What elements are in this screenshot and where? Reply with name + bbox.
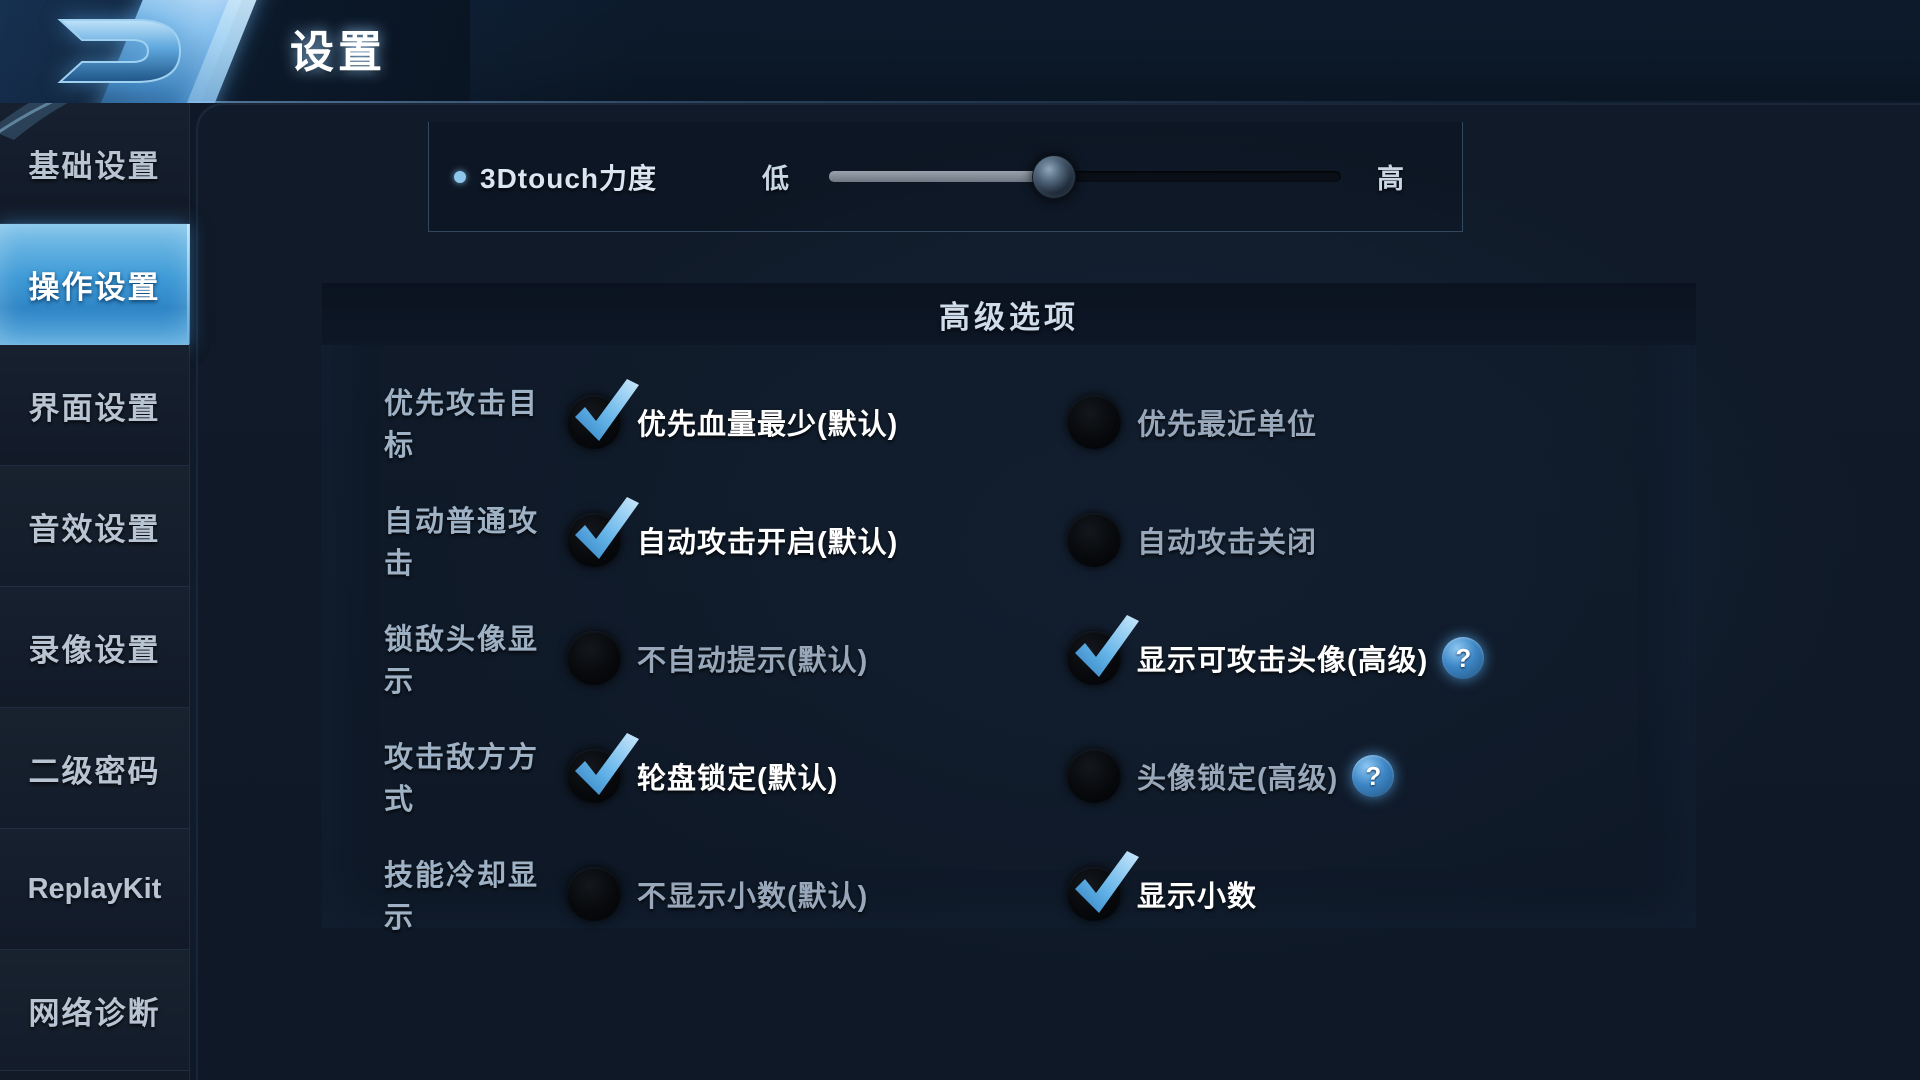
sidebar-item-interface[interactable]: 界面设置 [0, 345, 189, 466]
option-row: 技能冷却显示 不显示小数(默认) 显示小数 [322, 835, 1696, 953]
radio-unchecked-icon[interactable] [567, 867, 621, 921]
help-question-icon[interactable]: ? [1352, 755, 1395, 797]
sidebar-item-label: ReplayKit [27, 872, 162, 905]
game-logo-icon [52, 8, 202, 94]
sidebar-item-label: 二级密码 [28, 753, 161, 789]
sidebar-item-controls[interactable]: 操作设置 [0, 224, 190, 345]
sidebar-item-label: 录像设置 [28, 632, 161, 668]
radio-disc [1067, 749, 1121, 803]
radio-unchecked-icon[interactable] [567, 631, 621, 685]
settings-content-panel: 3Dtouch力度 低 高 高级选项 优先攻击目标 优先血量最少(默认) 优先最… [196, 103, 1920, 1080]
advanced-options-panel: 高级选项 优先攻击目标 优先血量最少(默认) 优先最近单位 自动普通攻击 自动攻… [322, 283, 1696, 934]
option-choice-label: 显示可攻击头像(高级) [1137, 645, 1429, 677]
radio-checked-icon[interactable] [567, 497, 639, 567]
radio-disc [567, 867, 621, 921]
page-title: 设置 [290, 28, 386, 77]
option-choice-right[interactable]: 头像锁定(高级)? [1067, 749, 1567, 803]
option-row-label: 攻击敌方方式 [384, 742, 540, 816]
sidebar-item-audio[interactable]: 音效设置 [0, 466, 189, 587]
radio-checked-icon[interactable] [1067, 851, 1139, 921]
bullet-icon [454, 170, 466, 183]
advanced-options-rows: 优先攻击目标 优先血量最少(默认) 优先最近单位自动普通攻击 自动攻击开启(默认)… [322, 345, 1696, 953]
radio-disc [567, 395, 621, 449]
radio-disc [567, 749, 621, 803]
sidebar-item-label: 操作设置 [28, 269, 161, 305]
option-choice-left[interactable]: 优先血量最少(默认) [567, 379, 1067, 449]
3dtouch-setting-row: 3Dtouch力度 低 高 [428, 122, 1463, 232]
option-choice-left[interactable]: 不显示小数(默认) [567, 867, 1067, 921]
option-choice-label: 不显示小数(默认) [637, 881, 869, 913]
option-row-label: 技能冷却显示 [384, 860, 540, 934]
radio-disc [1067, 395, 1121, 449]
slider-filled-track [829, 171, 1055, 182]
slider-max-label: 高 [1377, 164, 1405, 194]
option-choice-right[interactable]: 自动攻击关闭 [1067, 513, 1567, 567]
option-choice-right[interactable]: 优先最近单位 [1067, 395, 1567, 449]
sidebar-item-second-password[interactable]: 二级密码 [0, 708, 189, 829]
option-choice-label: 优先最近单位 [1137, 409, 1318, 441]
option-row: 自动普通攻击 自动攻击开启(默认) 自动攻击关闭 [322, 481, 1696, 599]
sidebar-item-basic[interactable]: 基础设置 [0, 103, 189, 224]
sidebar-item-label: 基础设置 [28, 148, 161, 184]
title-bar: 设置 [0, 0, 1920, 103]
option-row: 锁敌头像显示 不自动提示(默认) 显示可攻击头像(高级)? [322, 599, 1696, 717]
radio-checked-icon[interactable] [567, 379, 639, 449]
option-choice-right[interactable]: 显示可攻击头像(高级)? [1067, 615, 1567, 685]
option-choice-right[interactable]: 显示小数 [1067, 851, 1567, 921]
radio-checked-icon[interactable] [567, 733, 639, 803]
radio-unchecked-icon[interactable] [1067, 395, 1121, 449]
option-choice-label: 自动攻击关闭 [1137, 527, 1318, 559]
option-choice-label: 优先血量最少(默认) [637, 409, 899, 441]
option-choice-label: 不自动提示(默认) [637, 645, 869, 677]
radio-unchecked-icon[interactable] [1067, 749, 1121, 803]
option-row-label: 自动普通攻击 [384, 506, 540, 580]
radio-disc [1067, 631, 1121, 685]
option-row: 优先攻击目标 优先血量最少(默认) 优先最近单位 [322, 363, 1696, 481]
option-choice-label: 头像锁定(高级) [1137, 763, 1339, 795]
option-choice-left[interactable]: 不自动提示(默认) [567, 631, 1067, 685]
3dtouch-slider[interactable] [829, 154, 1342, 199]
radio-checked-icon[interactable] [1067, 615, 1139, 685]
help-question-icon[interactable]: ? [1442, 637, 1485, 679]
3dtouch-label: 3Dtouch力度 [480, 162, 658, 194]
radio-disc [1067, 867, 1121, 921]
option-choice-label: 显示小数 [1137, 881, 1258, 913]
radio-disc [567, 513, 621, 567]
sidebar-item-label: 音效设置 [28, 511, 161, 547]
option-choice-label: 轮盘锁定(默认) [637, 763, 839, 795]
settings-screen: 设置 基础设置 操作设置 界面设置 音效设置 录像设置 二级密码 ReplayK… [0, 0, 1920, 1080]
option-choice-left[interactable]: 自动攻击开启(默认) [567, 497, 1067, 567]
title-bar-divider [190, 101, 1920, 103]
radio-unchecked-icon[interactable] [1067, 513, 1121, 567]
radio-disc [1067, 513, 1121, 567]
sidebar-item-label: 网络诊断 [28, 995, 161, 1031]
option-choice-left[interactable]: 轮盘锁定(默认) [567, 733, 1067, 803]
slider-min-label: 低 [762, 164, 790, 194]
advanced-options-title: 高级选项 [939, 299, 1079, 335]
sidebar-item-network-diagnostics[interactable]: 网络诊断 [0, 950, 189, 1071]
sidebar-item-label: 界面设置 [28, 390, 161, 426]
radio-disc [567, 631, 621, 685]
option-choice-label: 自动攻击开启(默认) [637, 527, 899, 559]
option-row-label: 优先攻击目标 [384, 388, 540, 462]
option-row: 攻击敌方方式 轮盘锁定(默认) 头像锁定(高级)? [322, 717, 1696, 835]
option-row-label: 锁敌头像显示 [384, 624, 540, 698]
sidebar-item-recording[interactable]: 录像设置 [0, 587, 189, 708]
sidebar-item-replaykit[interactable]: ReplayKit [0, 829, 189, 950]
slider-handle[interactable] [1032, 154, 1077, 199]
settings-sidebar: 基础设置 操作设置 界面设置 音效设置 录像设置 二级密码 ReplayKit … [0, 103, 190, 1080]
advanced-options-header: 高级选项 [322, 283, 1696, 345]
